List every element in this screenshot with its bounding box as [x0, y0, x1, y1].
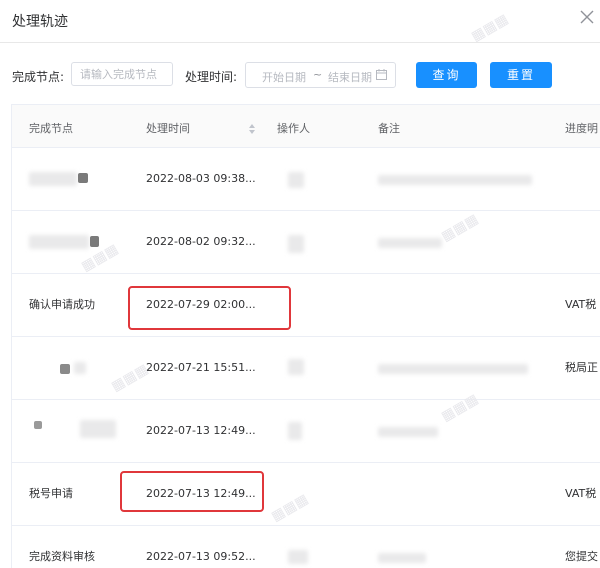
cell-node: 完成资料审核	[29, 550, 95, 563]
redacted-node	[80, 420, 116, 438]
cell-time: 2022-07-13 12:49...	[146, 424, 256, 437]
table-row[interactable]: 2022-07-13 12:49...	[12, 400, 600, 463]
end-date-placeholder[interactable]: 结束日期	[328, 69, 372, 85]
cell-node: 税号申请	[29, 487, 73, 500]
redacted-mark	[78, 173, 88, 183]
redacted-remark	[378, 175, 532, 185]
node-search-input[interactable]	[72, 63, 172, 86]
redacted-operator	[288, 359, 304, 375]
time-filter-label: 处理时间:	[185, 70, 238, 84]
table-row[interactable]: 确认申请成功 2022-07-29 02:00... VAT税	[12, 274, 600, 337]
highlight-box	[120, 471, 264, 512]
col-header-node: 完成节点	[29, 122, 73, 135]
col-header-progress: 进度明	[565, 122, 598, 135]
redacted-node	[29, 172, 77, 186]
table-row[interactable]: 2022-08-02 09:32...	[12, 211, 600, 274]
range-separator: ~	[313, 68, 323, 81]
table-row[interactable]: 2022-07-21 15:51... 税局正	[12, 337, 600, 400]
cell-progress: VAT税	[565, 487, 597, 500]
redacted-remark	[378, 553, 426, 563]
close-icon[interactable]	[580, 10, 596, 26]
process-trace-dialog: 处理轨迹 完成节点: 处理时间: 开始日期 ~ 结束日期 查询 重置	[0, 0, 600, 568]
redacted-operator	[288, 550, 308, 564]
cell-time: 2022-08-03 09:38...	[146, 172, 256, 185]
cell-progress: 税局正	[565, 361, 598, 374]
cell-time: 2022-08-02 09:32...	[146, 235, 256, 248]
sort-caret-icon[interactable]	[248, 120, 256, 134]
start-date-placeholder[interactable]: 开始日期	[262, 69, 306, 85]
node-filter-label: 完成节点:	[12, 70, 65, 84]
col-header-operator: 操作人	[277, 122, 310, 135]
table-row[interactable]: 2022-08-03 09:38...	[12, 148, 600, 211]
redacted-mark	[34, 421, 42, 429]
redacted-operator	[288, 422, 302, 440]
highlight-box	[128, 286, 291, 330]
calendar-icon[interactable]	[376, 69, 387, 83]
table-row[interactable]: 完成资料审核 2022-07-13 09:52... 您提交	[12, 526, 600, 568]
dialog-title: 处理轨迹	[12, 14, 68, 30]
cell-time: 2022-07-13 09:52...	[146, 550, 256, 563]
redacted-node	[74, 362, 86, 374]
filter-bar: 完成节点: 处理时间: 开始日期 ~ 结束日期 查询 重置	[0, 56, 600, 96]
redacted-mark	[60, 364, 70, 374]
redacted-mark	[90, 236, 99, 247]
redacted-node	[29, 235, 89, 249]
process-trace-table: 完成节点 处理时间 操作人 备注 进度明 2022-08-03 09:38...	[11, 104, 600, 568]
cell-node: 确认申请成功	[29, 298, 95, 311]
redacted-operator	[288, 172, 304, 188]
node-search-field[interactable]	[71, 62, 173, 86]
dialog-header: 处理轨迹	[0, 0, 600, 43]
table-header: 完成节点 处理时间 操作人 备注 进度明	[12, 105, 600, 148]
cell-time: 2022-07-21 15:51...	[146, 361, 256, 374]
cell-progress: VAT税	[565, 298, 597, 311]
col-header-remark: 备注	[378, 122, 400, 135]
redacted-remark	[378, 364, 528, 374]
redacted-remark	[378, 427, 438, 437]
col-header-time[interactable]: 处理时间	[146, 120, 190, 136]
reset-button[interactable]: 重置	[490, 62, 552, 88]
redacted-operator	[288, 235, 304, 253]
query-button[interactable]: 查询	[416, 62, 477, 88]
table-row[interactable]: 税号申请 2022-07-13 12:49... VAT税	[12, 463, 600, 526]
date-range-picker[interactable]: 开始日期 ~ 结束日期	[245, 62, 396, 88]
cell-progress: 您提交	[565, 550, 598, 563]
redacted-remark	[378, 238, 442, 248]
